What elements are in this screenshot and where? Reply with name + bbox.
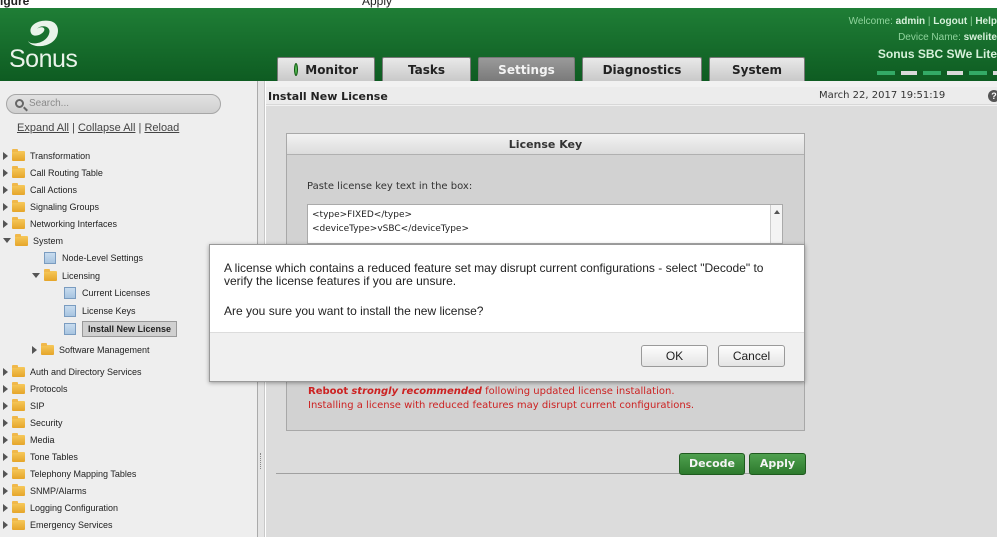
confirm-dialog: A license which contains a reduced featu… — [209, 244, 805, 382]
dialog-footer: OK Cancel — [210, 332, 804, 381]
dialog-question: Are you sure you want to install the new… — [224, 304, 484, 318]
ok-button[interactable]: OK — [641, 345, 708, 367]
cancel-button[interactable]: Cancel — [718, 345, 785, 367]
dialog-message: A license which contains a reduced featu… — [224, 261, 764, 288]
app-root: igure Apply Sonus Welcome: admin | Logou… — [0, 0, 997, 537]
